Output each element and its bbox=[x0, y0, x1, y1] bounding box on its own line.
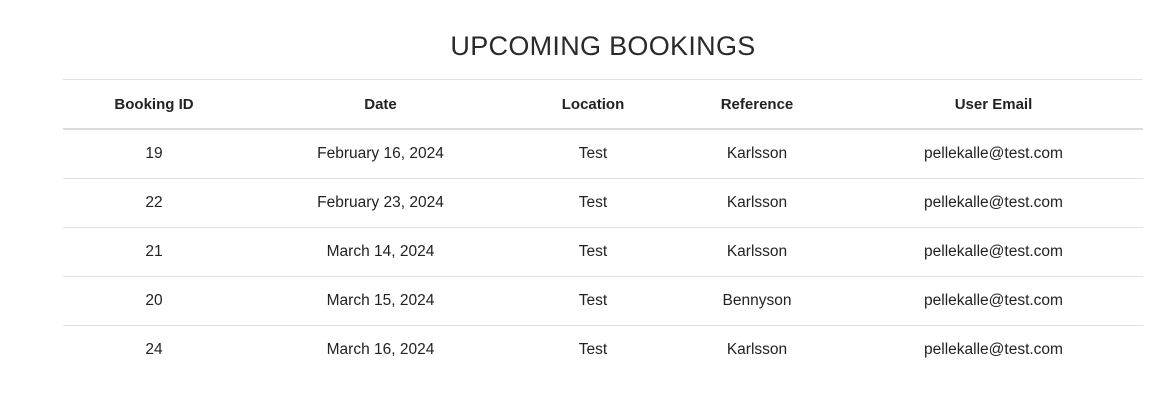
table-body: 19 February 16, 2024 Test Karlsson pelle… bbox=[63, 129, 1143, 374]
cell-booking-id: 20 bbox=[63, 276, 245, 326]
column-header-reference: Reference bbox=[670, 79, 844, 130]
cell-date: March 14, 2024 bbox=[245, 227, 516, 277]
bookings-page: UPCOMING BOOKINGS Booking ID Date Locati… bbox=[0, 0, 1176, 404]
cell-booking-id: 24 bbox=[145, 341, 163, 358]
table-row: 24 March 16, 2024 Test Karlsson pellekal… bbox=[63, 326, 1143, 375]
table-row: 20 March 15, 2024 Test Bennyson pellekal… bbox=[63, 276, 1143, 326]
cell-date: February 23, 2024 bbox=[245, 178, 516, 228]
cell-user-email: pellekalle@test.com bbox=[844, 129, 1143, 179]
cell-booking-id: 21 bbox=[63, 227, 245, 277]
column-header-location: Location bbox=[516, 79, 670, 130]
column-header-user-email: User Email bbox=[844, 79, 1143, 130]
cell-reference: Bennyson bbox=[670, 276, 844, 326]
header-row: Booking ID Date Location Reference User … bbox=[63, 79, 1143, 130]
table-header: Booking ID Date Location Reference User … bbox=[63, 79, 1143, 130]
cell-user-email: pellekalle@test.com bbox=[844, 227, 1143, 277]
cell-reference: Karlsson bbox=[670, 178, 844, 228]
cell-user-email: pellekalle@test.com bbox=[844, 276, 1143, 326]
column-header-date: Date bbox=[245, 79, 516, 130]
bookings-table: Booking ID Date Location Reference User … bbox=[63, 79, 1143, 374]
cell-location: Test bbox=[516, 276, 670, 326]
cell-booking-id: 22 bbox=[63, 178, 245, 228]
cell-location: Test bbox=[516, 178, 670, 228]
cell-user-email: pellekalle@test.com bbox=[844, 178, 1143, 228]
cell-location: Test bbox=[516, 227, 670, 277]
cell-reference: Karlsson bbox=[670, 129, 844, 179]
cell-date: February 16, 2024 bbox=[245, 129, 516, 179]
cell-booking-id: 19 bbox=[63, 129, 245, 179]
table-row: 22 February 23, 2024 Test Karlsson pelle… bbox=[63, 178, 1143, 228]
cell-reference: Karlsson bbox=[670, 227, 844, 277]
column-header-booking-id: Booking ID bbox=[63, 79, 245, 130]
cell-date: March 16, 2024 bbox=[326, 341, 435, 358]
cell-location: Test bbox=[578, 341, 608, 358]
cell-location: Test bbox=[516, 129, 670, 179]
cell-user-email: pellekalle@test.com bbox=[924, 341, 1063, 358]
cell-date: March 15, 2024 bbox=[245, 276, 516, 326]
table-row: 21 March 14, 2024 Test Karlsson pellekal… bbox=[63, 227, 1143, 277]
page-title: UPCOMING BOOKINGS bbox=[450, 31, 756, 61]
cell-reference: Karlsson bbox=[726, 341, 788, 358]
table-row: 19 February 16, 2024 Test Karlsson pelle… bbox=[63, 129, 1143, 179]
